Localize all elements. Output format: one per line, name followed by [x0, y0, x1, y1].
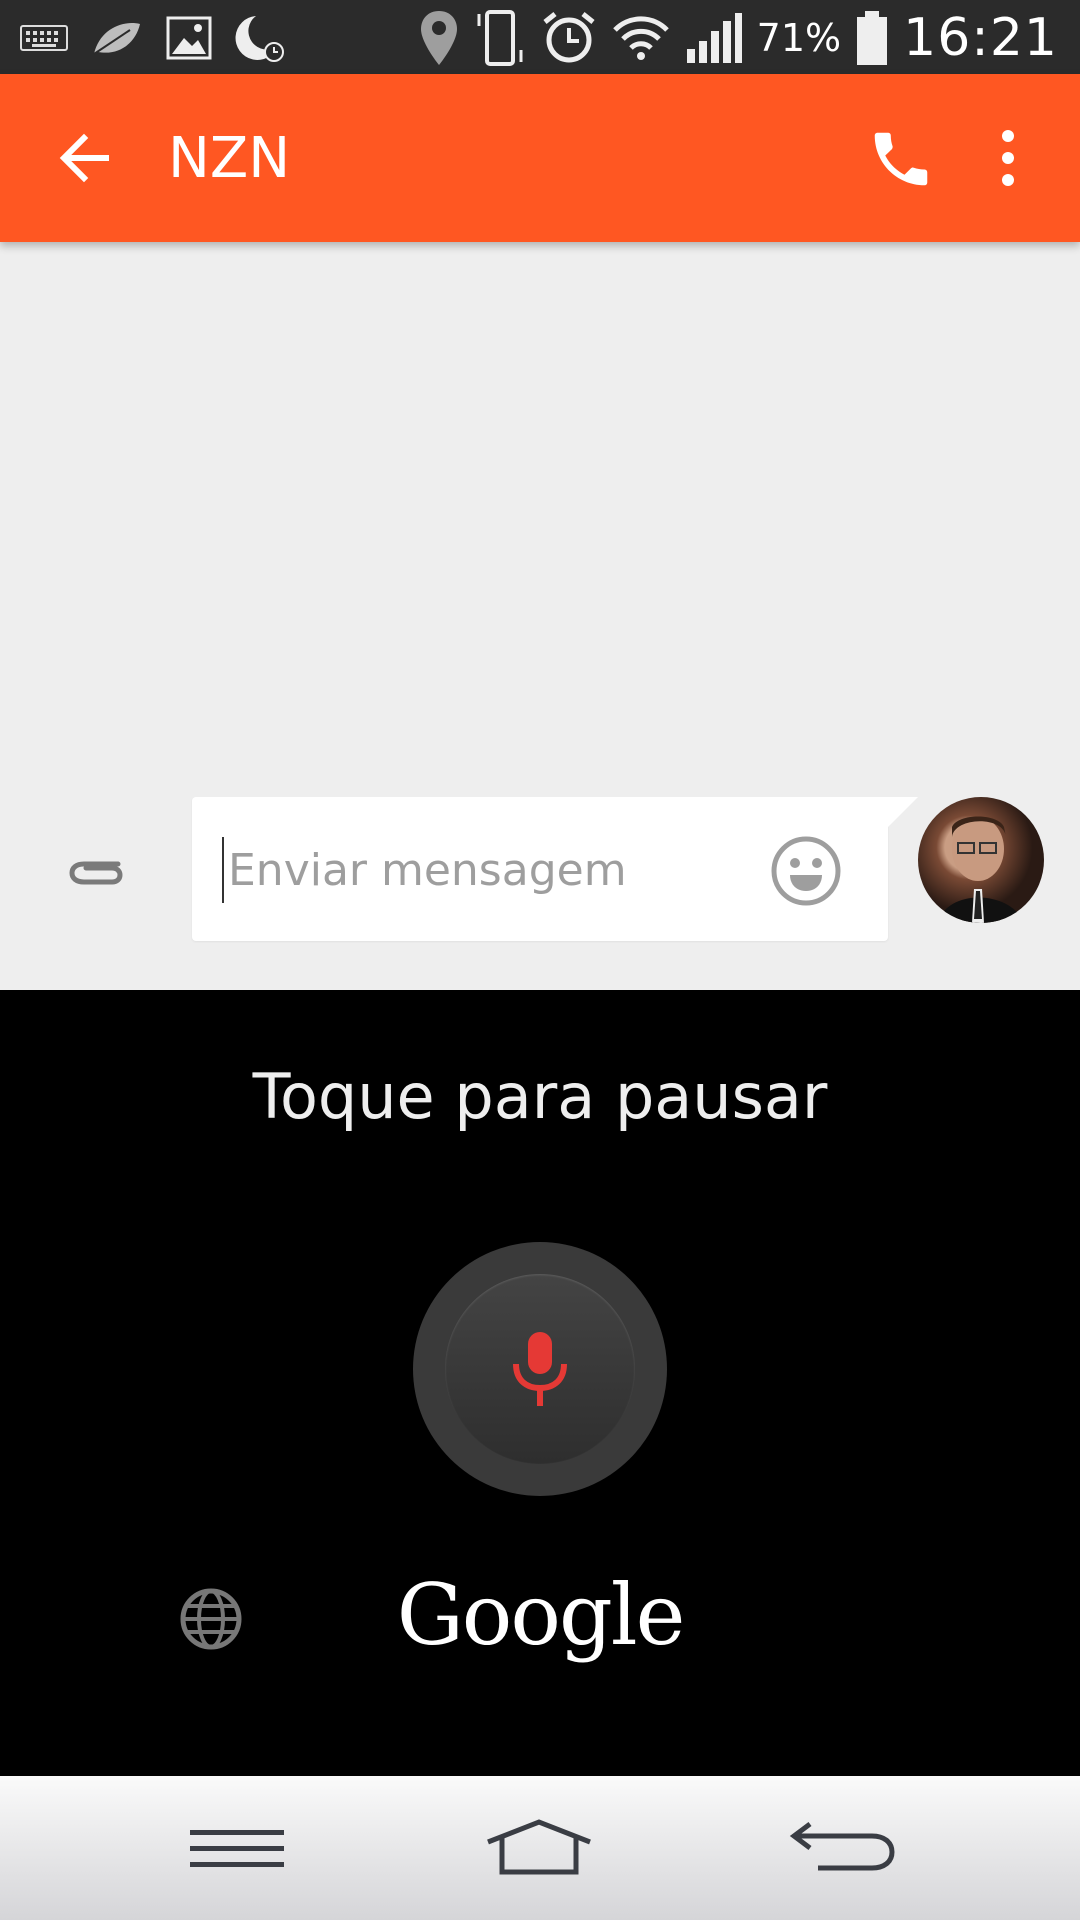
message-composer [192, 797, 888, 941]
vibrate-icon [473, 8, 527, 68]
leaf-icon [90, 18, 144, 58]
mic-button[interactable] [413, 1242, 667, 1496]
location-icon [419, 9, 459, 67]
message-input[interactable] [222, 837, 760, 903]
app-bar: NZN [0, 74, 1080, 242]
mic-button-inner[interactable] [445, 1274, 635, 1464]
google-logo: Google [396, 1566, 686, 1664]
alarm-icon [541, 10, 597, 66]
voice-input-panel: Toque para pausar Google [0, 990, 1080, 1776]
status-bar: 71% 16:21 [0, 0, 1080, 74]
back-arrow-icon[interactable] [52, 124, 120, 192]
conversation-title: NZN [168, 126, 291, 191]
battery-percent: 71% [756, 16, 842, 60]
keyboard-icon [20, 23, 68, 53]
navigation-bar [0, 1776, 1080, 1920]
image-icon [166, 16, 212, 60]
home-icon[interactable] [484, 1816, 594, 1880]
paperclip-icon[interactable] [62, 838, 128, 904]
wifi-icon [611, 14, 671, 62]
more-vert-icon[interactable] [990, 126, 1026, 190]
avatar[interactable] [918, 797, 1044, 923]
moon-clock-icon [234, 12, 286, 64]
composer-tail [880, 797, 918, 835]
battery-icon [855, 9, 889, 67]
phone-icon[interactable] [866, 124, 936, 194]
notification-icons [20, 10, 286, 66]
back-icon[interactable] [788, 1816, 898, 1880]
voice-hint: Toque para pausar [252, 1060, 828, 1133]
menu-icon[interactable] [182, 1816, 292, 1880]
system-icons: 71% 16:21 [419, 8, 1058, 68]
clock: 16:21 [903, 8, 1058, 68]
smiley-icon[interactable] [770, 835, 842, 907]
microphone-icon [510, 1332, 570, 1408]
signal-icon [685, 11, 743, 65]
